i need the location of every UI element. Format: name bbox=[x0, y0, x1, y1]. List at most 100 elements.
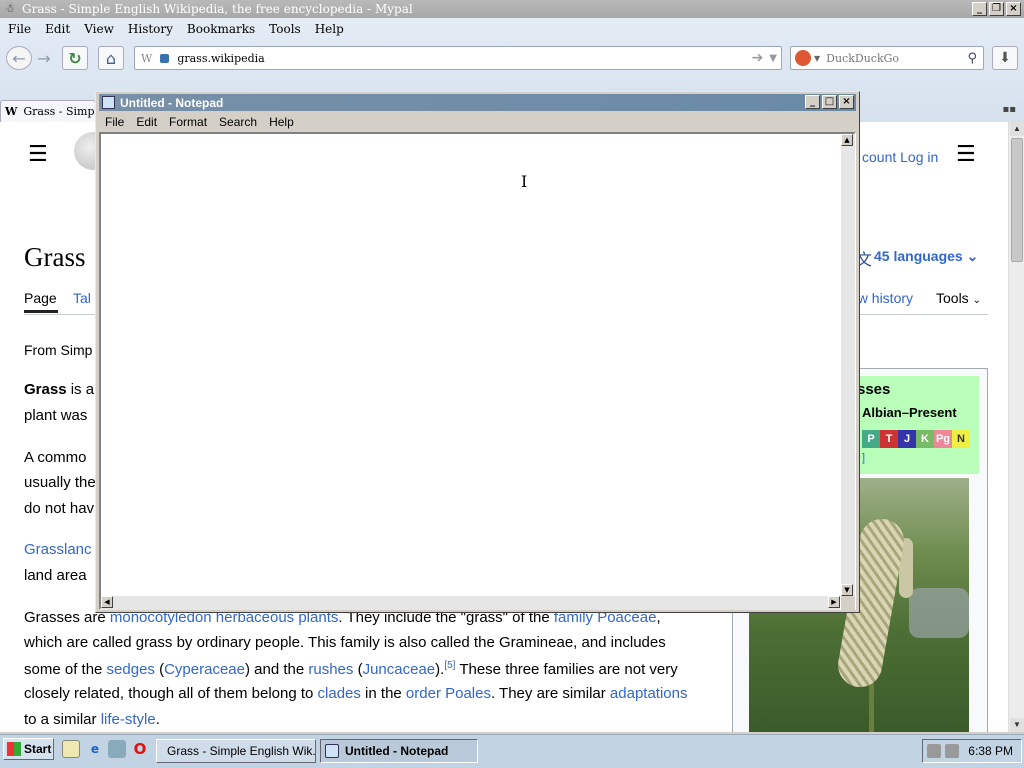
notepad-close-button[interactable]: × bbox=[839, 95, 854, 109]
taskbar-item-label: Untitled - Notepad bbox=[345, 744, 449, 758]
tools-label: Tools bbox=[936, 290, 969, 306]
url-text[interactable]: grass.wikipedia bbox=[177, 52, 264, 65]
scroll-up-icon[interactable]: ▲ bbox=[1010, 122, 1024, 136]
clades-link[interactable]: clades bbox=[318, 685, 361, 702]
go-arrow-icon[interactable]: ➔ bbox=[752, 50, 764, 66]
period-j[interactable]: J bbox=[898, 430, 916, 448]
taskbar-item-browser[interactable]: Grass - Simple English Wik... bbox=[156, 739, 316, 763]
page-scrollbar[interactable]: ▲ ▼ bbox=[1008, 122, 1024, 732]
forward-arrow-icon: → bbox=[37, 48, 51, 68]
notepad-minimize-button[interactable]: _ bbox=[805, 95, 820, 109]
menu-help[interactable]: Help bbox=[309, 22, 352, 36]
site-favicon: W bbox=[141, 51, 153, 65]
life-style-link[interactable]: life-style bbox=[101, 711, 156, 728]
download-arrow-icon: ⬇ bbox=[999, 50, 1011, 66]
infobox-reference[interactable]: ] bbox=[862, 452, 865, 464]
internet-explorer-icon[interactable]: e bbox=[86, 740, 104, 758]
search-box[interactable]: ▼ DuckDuckGo ⚲ bbox=[790, 46, 984, 70]
reference-5-link[interactable]: [5] bbox=[444, 660, 455, 671]
home-button[interactable]: ⌂ bbox=[98, 46, 124, 70]
chevron-down-icon: ⌄ bbox=[972, 295, 981, 306]
back-arrow-icon: ← bbox=[12, 48, 26, 68]
period-pg[interactable]: Pg bbox=[934, 430, 952, 448]
more-options-icon[interactable]: ☰ bbox=[956, 142, 976, 167]
restore-button[interactable]: ❐ bbox=[989, 2, 1004, 16]
period-t[interactable]: T bbox=[880, 430, 898, 448]
taskbar-item-notepad[interactable]: Untitled - Notepad bbox=[320, 739, 478, 763]
notepad-menu-search[interactable]: Search bbox=[213, 115, 263, 129]
tools-dropdown[interactable]: Tools ⌄ bbox=[936, 290, 981, 306]
period-n[interactable]: N bbox=[952, 430, 970, 448]
media-player-icon[interactable] bbox=[108, 740, 126, 758]
tab-talk[interactable]: Tal bbox=[73, 290, 91, 306]
network-icon[interactable] bbox=[927, 744, 941, 758]
search-icon[interactable]: ⚲ bbox=[967, 51, 977, 66]
poales-link[interactable]: order Poales bbox=[406, 685, 491, 702]
notepad-scroll-down-icon[interactable]: ▼ bbox=[841, 584, 853, 596]
browser-tab-grass[interactable]: W Grass - Simple E bbox=[0, 100, 96, 122]
back-button[interactable]: ← bbox=[6, 46, 32, 70]
url-dropdown-icon[interactable]: ▼ bbox=[769, 53, 777, 64]
forward-button[interactable]: → bbox=[34, 46, 54, 70]
notepad-window[interactable]: Untitled - Notepad _ □ × File Edit Forma… bbox=[95, 91, 860, 613]
tab-list-icon[interactable]: ▪▪ bbox=[1002, 104, 1016, 115]
notepad-maximize-button[interactable]: □ bbox=[822, 95, 837, 109]
grassland-link[interactable]: Grasslanc bbox=[24, 541, 92, 558]
notepad-horizontal-scrollbar[interactable]: ◀ ▶ bbox=[101, 596, 840, 610]
notepad-menubar: File Edit Format Search Help bbox=[99, 112, 300, 132]
opera-icon[interactable]: O bbox=[131, 740, 149, 758]
notepad-scroll-up-icon[interactable]: ▲ bbox=[841, 134, 853, 146]
period-p[interactable]: P bbox=[862, 430, 880, 448]
cyperaceae-link[interactable]: Cyperaceae bbox=[164, 661, 245, 678]
period-k[interactable]: K bbox=[916, 430, 934, 448]
scroll-down-icon[interactable]: ▼ bbox=[1010, 718, 1024, 732]
notepad-scroll-left-icon[interactable]: ◀ bbox=[101, 596, 113, 608]
search-placeholder[interactable]: DuckDuckGo bbox=[826, 52, 899, 65]
show-desktop-icon[interactable] bbox=[62, 740, 80, 758]
sedges-link[interactable]: sedges bbox=[107, 661, 155, 678]
minimize-button[interactable]: _ bbox=[972, 2, 987, 16]
volume-icon[interactable] bbox=[945, 744, 959, 758]
search-engine-dropdown-icon[interactable]: ▼ bbox=[814, 54, 820, 63]
menu-view[interactable]: View bbox=[78, 22, 122, 36]
menu-file[interactable]: File bbox=[2, 22, 39, 36]
wikipedia-favicon-icon: W bbox=[5, 105, 18, 118]
notepad-text-area[interactable] bbox=[99, 132, 856, 610]
notepad-menu-help[interactable]: Help bbox=[263, 115, 300, 129]
menu-icon[interactable]: ☰ bbox=[28, 142, 48, 167]
languages-button[interactable]: 45 languages ⌄ bbox=[874, 248, 978, 265]
geologic-timeline[interactable]: P T J K Pg N bbox=[862, 430, 970, 448]
text: . They are similar bbox=[490, 685, 610, 702]
reload-button[interactable]: ↻ bbox=[62, 46, 88, 70]
notepad-scroll-right-icon[interactable]: ▶ bbox=[828, 596, 840, 608]
browser-title-bar[interactable]: ☃ Grass - Simple English Wikipedia, the … bbox=[0, 0, 1024, 18]
lock-icon[interactable] bbox=[160, 53, 170, 63]
menu-history[interactable]: History bbox=[122, 22, 181, 36]
close-button[interactable]: × bbox=[1006, 2, 1021, 16]
notepad-menu-file[interactable]: File bbox=[99, 115, 130, 129]
duckduckgo-icon[interactable] bbox=[795, 50, 811, 66]
browser-menubar: File Edit View History Bookmarks Tools H… bbox=[0, 18, 1024, 40]
notepad-menu-edit[interactable]: Edit bbox=[130, 115, 163, 129]
browser-window-title: Grass - Simple English Wikipedia, the fr… bbox=[22, 2, 413, 16]
notepad-vertical-scrollbar[interactable]: ▲ ▼ bbox=[841, 134, 855, 596]
start-button[interactable]: Start bbox=[3, 738, 54, 760]
juncaceae-link[interactable]: Juncaceae bbox=[363, 661, 436, 678]
scroll-thumb[interactable] bbox=[1011, 138, 1023, 262]
notepad-title-bar[interactable]: Untitled - Notepad _ □ × bbox=[99, 94, 856, 111]
tab-page[interactable]: Page bbox=[24, 290, 57, 306]
rushes-link[interactable]: rushes bbox=[308, 661, 353, 678]
taskbar: Start e O Grass - Simple English Wik... … bbox=[0, 734, 1024, 768]
menu-bookmarks[interactable]: Bookmarks bbox=[181, 22, 263, 36]
adaptations-link[interactable]: adaptations bbox=[610, 685, 688, 702]
menu-edit[interactable]: Edit bbox=[39, 22, 78, 36]
resize-grip-icon[interactable] bbox=[841, 596, 855, 610]
notepad-menu-format[interactable]: Format bbox=[163, 115, 213, 129]
background-water bbox=[909, 588, 969, 638]
clock[interactable]: 6:38 PM bbox=[968, 744, 1013, 758]
header-account-links[interactable]: count Log in bbox=[862, 149, 938, 165]
address-bar[interactable]: W grass.wikipedia ➔ ▼ bbox=[134, 46, 782, 70]
menu-tools[interactable]: Tools bbox=[263, 22, 309, 36]
download-button[interactable]: ⬇ bbox=[992, 46, 1018, 70]
paragraph-1-line-2: plant was bbox=[24, 407, 88, 424]
